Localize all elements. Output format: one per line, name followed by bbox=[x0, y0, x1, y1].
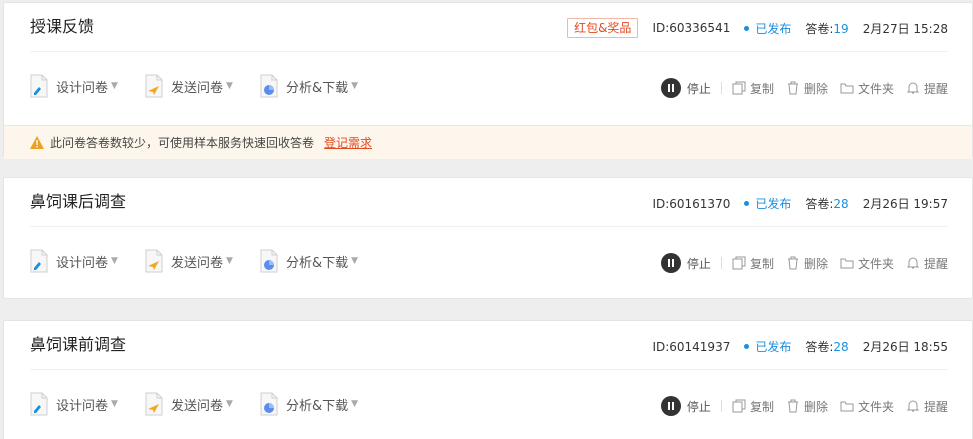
pause-icon bbox=[660, 396, 681, 416]
survey-id: ID:60141937 bbox=[652, 339, 731, 354]
reward-tag: 红包&奖品 bbox=[567, 18, 639, 38]
survey-title[interactable]: 鼻饲课后调查 bbox=[30, 192, 126, 212]
low-response-notice: 此问卷答卷数较少，可使用样本服务快速回收答卷 登记需求 bbox=[4, 125, 972, 159]
analyze-download-button[interactable]: 分析&下载 ▼ bbox=[260, 74, 358, 98]
send-survey-button[interactable]: 发送问卷 ▼ bbox=[145, 392, 233, 416]
folder-button[interactable]: 文件夹 bbox=[840, 398, 894, 415]
analyze-download-button[interactable]: 分析&下载 ▼ bbox=[260, 392, 358, 416]
design-doc-icon bbox=[30, 392, 48, 416]
survey-card: 鼻饲课前调查 ID:60141937 已发布 答卷:28 2月26日 18:55… bbox=[3, 320, 973, 439]
divider bbox=[720, 82, 722, 94]
send-doc-icon bbox=[145, 249, 163, 273]
design-survey-button[interactable]: 设计问卷 ▼ bbox=[30, 249, 118, 273]
design-survey-button[interactable]: 设计问卷 ▼ bbox=[30, 392, 118, 416]
design-doc-icon bbox=[30, 249, 48, 273]
stop-button[interactable]: 停止 bbox=[660, 396, 711, 416]
survey-meta: ID:60141937 已发布 答卷:28 2月26日 18:55 bbox=[652, 338, 948, 355]
delete-button[interactable]: 删除 bbox=[786, 80, 828, 97]
send-doc-icon bbox=[145, 74, 163, 98]
survey-meta: 红包&奖品 ID:60336541 已发布 答卷:19 2月27日 15:28 bbox=[567, 18, 948, 38]
trash-icon bbox=[787, 399, 798, 413]
folder-icon bbox=[840, 258, 854, 269]
survey-card: 授课反馈 红包&奖品 ID:60336541 已发布 答卷:19 2月27日 1… bbox=[3, 2, 973, 159]
copy-button[interactable]: 复制 bbox=[732, 255, 774, 272]
status-badge: 已发布 bbox=[744, 20, 791, 37]
notice-text: 此问卷答卷数较少，可使用样本服务快速回收答卷 bbox=[50, 136, 315, 150]
design-doc-icon bbox=[30, 74, 48, 98]
copy-icon bbox=[732, 399, 746, 413]
survey-card: 鼻饲课后调查 ID:60161370 已发布 答卷:28 2月26日 19:57… bbox=[3, 177, 973, 299]
copy-icon bbox=[732, 81, 746, 95]
analyze-download-button[interactable]: 分析&下载 ▼ bbox=[260, 249, 358, 273]
survey-date: 2月26日 18:55 bbox=[862, 340, 948, 354]
send-survey-button[interactable]: 发送问卷 ▼ bbox=[145, 249, 233, 273]
card-actions: 停止 复制 删除 文件夹 提醒 bbox=[660, 253, 948, 273]
answer-count: 答卷:28 bbox=[805, 197, 849, 211]
tools-row: 设计问卷 ▼ 发送问卷 ▼ 分析&下载 ▼ 停止 复制 删除 文件夹 提醒 bbox=[4, 70, 972, 104]
stop-button[interactable]: 停止 bbox=[660, 253, 711, 273]
analyze-doc-icon bbox=[260, 392, 278, 416]
divider bbox=[720, 400, 722, 412]
copy-icon bbox=[732, 256, 746, 270]
status-badge: 已发布 bbox=[744, 338, 791, 355]
analyze-doc-icon bbox=[260, 249, 278, 273]
folder-icon bbox=[840, 401, 854, 412]
folder-button[interactable]: 文件夹 bbox=[840, 255, 894, 272]
send-survey-button[interactable]: 发送问卷 ▼ bbox=[145, 74, 233, 98]
remind-button[interactable]: 提醒 bbox=[906, 80, 948, 97]
pause-icon bbox=[660, 253, 681, 273]
folder-icon bbox=[840, 83, 854, 94]
divider bbox=[720, 257, 722, 269]
warning-icon bbox=[30, 136, 44, 149]
trash-icon bbox=[787, 256, 798, 270]
status-dot-icon bbox=[744, 25, 750, 31]
tools-row: 设计问卷 ▼ 发送问卷 ▼ 分析&下载 ▼ 停止 复制 删除 文件夹 提醒 bbox=[4, 388, 972, 422]
survey-date: 2月27日 15:28 bbox=[862, 21, 948, 36]
survey-id: ID:60336541 bbox=[652, 21, 731, 35]
tools-row: 设计问卷 ▼ 发送问卷 ▼ 分析&下载 ▼ 停止 复制 删除 文件夹 提醒 bbox=[4, 245, 972, 279]
remind-button[interactable]: 提醒 bbox=[906, 398, 948, 415]
bell-icon bbox=[906, 257, 920, 269]
survey-title[interactable]: 授课反馈 bbox=[30, 17, 94, 37]
register-demand-link[interactable]: 登记需求 bbox=[324, 134, 372, 151]
divider bbox=[30, 51, 948, 52]
answer-count-value[interactable]: 19 bbox=[833, 22, 848, 36]
bell-icon bbox=[906, 400, 920, 412]
survey-meta: ID:60161370 已发布 答卷:28 2月26日 19:57 bbox=[652, 195, 948, 212]
survey-id: ID:60161370 bbox=[652, 196, 731, 211]
design-survey-button[interactable]: 设计问卷 ▼ bbox=[30, 74, 118, 98]
answer-count-value[interactable]: 28 bbox=[833, 340, 848, 354]
survey-date: 2月26日 19:57 bbox=[862, 197, 948, 211]
divider bbox=[30, 226, 948, 227]
answer-count: 答卷:28 bbox=[805, 340, 849, 354]
stop-button[interactable]: 停止 bbox=[660, 78, 711, 98]
remind-button[interactable]: 提醒 bbox=[906, 255, 948, 272]
copy-button[interactable]: 复制 bbox=[732, 80, 774, 97]
analyze-doc-icon bbox=[260, 74, 278, 98]
pause-icon bbox=[660, 78, 681, 98]
answer-count-value[interactable]: 28 bbox=[833, 197, 848, 211]
bell-icon bbox=[906, 82, 920, 94]
card-actions: 停止 复制 删除 文件夹 提醒 bbox=[660, 78, 948, 98]
card-actions: 停止 复制 删除 文件夹 提醒 bbox=[660, 396, 948, 416]
survey-title[interactable]: 鼻饲课前调查 bbox=[30, 335, 126, 355]
answer-count: 答卷:19 bbox=[805, 21, 849, 36]
status-dot-icon bbox=[744, 201, 750, 206]
trash-icon bbox=[787, 81, 798, 95]
divider bbox=[30, 369, 948, 370]
delete-button[interactable]: 删除 bbox=[786, 398, 828, 415]
folder-button[interactable]: 文件夹 bbox=[840, 80, 894, 97]
delete-button[interactable]: 删除 bbox=[786, 255, 828, 272]
send-doc-icon bbox=[145, 392, 163, 416]
status-dot-icon bbox=[744, 344, 750, 349]
copy-button[interactable]: 复制 bbox=[732, 398, 774, 415]
status-badge: 已发布 bbox=[744, 195, 791, 212]
